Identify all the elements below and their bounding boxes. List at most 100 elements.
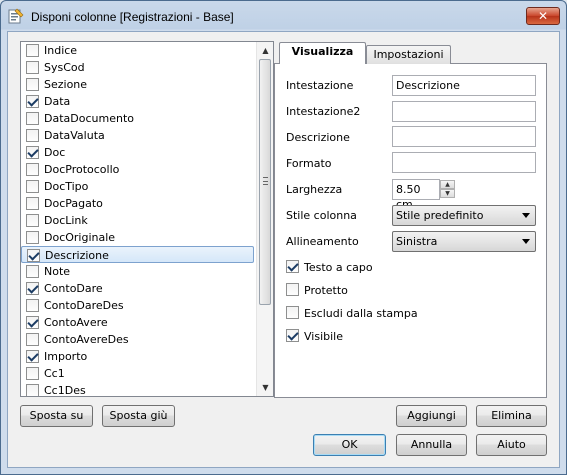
column-list-item[interactable]: ContoDareDes [21,297,254,314]
protetto-checkbox[interactable] [286,283,299,296]
column-checkbox[interactable] [26,299,39,312]
move-down-button[interactable]: Sposta giù [102,405,175,427]
column-checkbox[interactable] [26,112,39,125]
chevron-down-icon [522,213,530,218]
column-checkbox[interactable] [26,214,39,227]
tab-impostazioni[interactable]: Impostazioni [366,45,451,64]
column-list-item[interactable]: ContoDare [21,280,254,297]
column-list-item[interactable]: DataDocumento [21,110,254,127]
protetto-label: Protetto [304,284,348,297]
column-list-item[interactable]: Cc1Des [21,382,254,396]
column-list-item[interactable]: DocProtocollo [21,161,254,178]
app-icon [8,8,24,24]
cancel-label: Annulla [410,438,453,451]
column-label: Cc1 [44,367,65,380]
column-label: DataValuta [44,129,105,142]
column-list-item[interactable]: Doc [21,144,254,161]
column-label: Note [44,265,71,278]
intestazione2-input[interactable] [392,101,536,122]
testo-a-capo-checkbox[interactable] [286,260,299,273]
escludi-dalla-stampa-checkbox[interactable] [286,306,299,319]
column-checkbox[interactable] [26,350,39,363]
add-label: Aggiungi [407,409,456,422]
ok-button[interactable]: OK [313,434,386,456]
column-checkbox[interactable] [26,180,39,193]
allineamento-label: Allineamento [286,235,359,248]
cancel-button[interactable]: Annulla [396,434,467,456]
spin-down-icon[interactable]: ▼ [440,189,455,198]
column-list-item[interactable]: ContoAvereDes [21,331,254,348]
column-list-item[interactable]: Importo [21,348,254,365]
column-label: SysCod [44,61,85,74]
column-label: Doc [44,146,66,159]
column-list-item[interactable]: Sezione [21,76,254,93]
column-checkbox[interactable] [27,249,40,262]
descrizione-label: Descrizione [286,131,350,144]
column-list-item[interactable]: Note [21,263,254,280]
intestazione-input[interactable]: Descrizione [392,75,536,96]
column-checkbox[interactable] [26,95,39,108]
column-label: Indice [44,44,78,57]
tab-visualizza[interactable]: Visualizza [279,42,366,64]
column-list-item[interactable]: DocOriginale [21,229,254,246]
add-button[interactable]: Aggiungi [396,405,467,427]
stile-colonna-select[interactable]: Stile predefinito [392,205,536,226]
larghezza-input[interactable]: 8.50 cm [392,179,440,211]
column-list-item[interactable]: DocPagato [21,195,254,212]
column-list-item[interactable]: Cc1 [21,365,254,382]
column-checkbox[interactable] [26,384,39,396]
larghezza-spinner[interactable]: ▲ ▼ [440,180,455,199]
column-checkbox[interactable] [26,231,39,244]
formato-label: Formato [286,157,332,170]
column-checkbox[interactable] [26,146,39,159]
scroll-down-icon[interactable]: ▼ [257,379,274,396]
allineamento-select[interactable]: Sinistra [392,231,536,252]
spin-up-icon[interactable]: ▲ [440,180,455,189]
column-checkbox[interactable] [26,367,39,380]
close-button[interactable]: ✕ [526,7,560,25]
scroll-up-icon[interactable]: ▲ [257,42,274,59]
column-checkbox[interactable] [26,333,39,346]
column-checkbox[interactable] [26,129,39,142]
column-checkbox[interactable] [26,316,39,329]
column-list-item[interactable]: DocTipo [21,178,254,195]
column-label: ContoDare [44,282,103,295]
column-list-item[interactable]: ContoAvere [21,314,254,331]
allineamento-value: Sinistra [396,235,438,248]
column-checkbox[interactable] [26,78,39,91]
column-list-item[interactable]: Data [21,93,254,110]
column-label: Descrizione [45,249,109,262]
ok-label: OK [341,438,358,451]
column-list-item[interactable]: SysCod [21,59,254,76]
formato-input[interactable] [392,152,536,173]
help-button[interactable]: Aiuto [476,434,547,456]
column-checkbox[interactable] [26,282,39,295]
column-label: DataDocumento [44,112,134,125]
intestazione-label: Intestazione [286,79,354,92]
columns-list-items: Indice SysCod Sezione Data DataDocumento Data… [21,42,256,396]
column-checkbox[interactable] [26,197,39,210]
column-checkbox[interactable] [26,265,39,278]
descrizione-input[interactable] [392,126,536,147]
columns-list[interactable]: Indice SysCod Sezione Data DataDocumento Data… [20,41,274,397]
stile-colonna-value: Stile predefinito [396,209,484,222]
visibile-checkbox[interactable] [286,329,299,342]
column-list-item[interactable]: Descrizione [21,246,254,263]
column-list-item[interactable]: Indice [21,42,254,59]
column-label: DocTipo [44,180,89,193]
escludi-dalla-stampa-label: Escludi dalla stampa [304,307,418,320]
column-label: Sezione [44,78,88,91]
scroll-thumb[interactable] [259,59,271,305]
delete-button[interactable]: Elimina [476,405,547,427]
column-checkbox[interactable] [26,163,39,176]
column-list-item[interactable]: DocLink [21,212,254,229]
column-list-item[interactable]: DataValuta [21,127,254,144]
title-bar[interactable]: Disponi colonne [Registrazioni - Base] ✕ [1,1,566,31]
column-label: DocLink [44,214,88,227]
column-checkbox[interactable] [26,44,39,57]
columns-list-scrollbar[interactable]: ▲ ▼ [256,42,273,396]
tab-impostazioni-label: Impostazioni [373,48,444,61]
column-label: DocProtocollo [44,163,120,176]
column-checkbox[interactable] [26,61,39,74]
move-up-button[interactable]: Sposta su [20,405,93,427]
